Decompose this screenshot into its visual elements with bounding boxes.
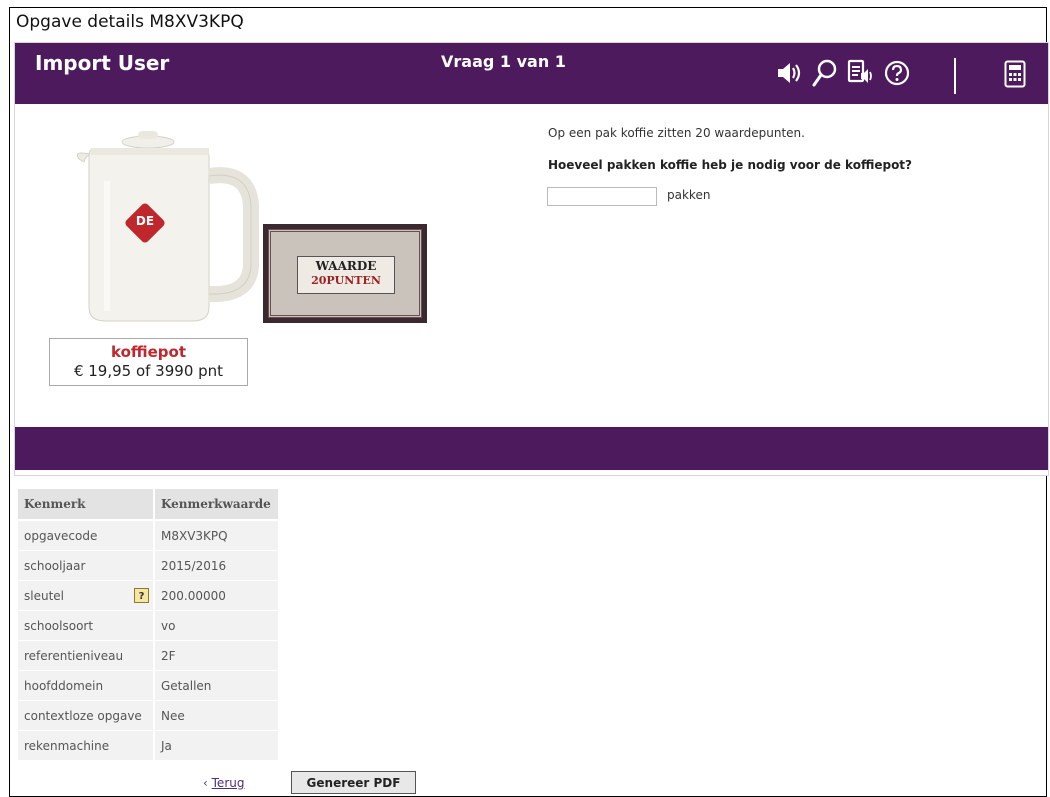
back-link-wrap: ‹ Terug (203, 776, 244, 790)
property-value: Getallen (153, 670, 278, 700)
question-header-bar: Import User Vraag 1 van 1 (15, 43, 1048, 104)
generate-pdf-button[interactable]: Genereer PDF (291, 771, 416, 794)
property-value: Ja (153, 730, 278, 760)
brand-logo-text: DE (135, 214, 155, 228)
page-title: Opgave details M8XV3KPQ (16, 12, 244, 32)
property-key: hoofddomein (18, 670, 153, 700)
back-link[interactable]: Terug (212, 776, 245, 790)
property-value: M8XV3KPQ (153, 520, 278, 550)
product-card: koffiepot € 19,95 of 3990 pnt (49, 338, 248, 386)
help-icon[interactable] (883, 58, 911, 88)
table-row: contextloze opgave Nee (18, 700, 278, 730)
toolbar-divider (954, 58, 956, 94)
chevron-left-icon: ‹ (203, 776, 208, 790)
property-key: contextloze opgave (18, 700, 153, 730)
table-row: sleutel? 200.00000 (18, 580, 278, 610)
calculator-icon[interactable] (1000, 58, 1030, 90)
table-row: rekenmachine Ja (18, 730, 278, 760)
speaker-icon[interactable] (775, 58, 803, 88)
answer-input[interactable] (547, 187, 657, 206)
table-header-value: Kenmerkwaarde (153, 489, 278, 520)
property-value: Nee (153, 700, 278, 730)
property-value: 2F (153, 640, 278, 670)
question-intro: Op een pak koffie zitten 20 waardepunten… (548, 126, 805, 140)
properties-table: Kenmerk Kenmerkwaarde opgavecode M8XV3KPQ… (18, 489, 278, 760)
stamp-text-top: WAARDE (315, 259, 377, 273)
table-row: hoofddomein Getallen (18, 670, 278, 700)
table-header-key: Kenmerk (18, 489, 153, 520)
property-key-cell: sleutel? (18, 580, 153, 610)
user-name: Import User (35, 51, 170, 75)
question-counter: Vraag 1 van 1 (441, 52, 566, 71)
toolbar-icons (775, 55, 911, 91)
property-key: referentieniveau (18, 640, 153, 670)
product-price: € 19,95 of 3990 pnt (73, 362, 224, 380)
search-icon[interactable] (811, 58, 839, 88)
coffee-pot-image (76, 131, 259, 322)
waardepunten-stamp: WAARDE 20PUNTEN (263, 224, 427, 323)
property-key: opgavecode (18, 520, 153, 550)
table-row: referentieniveau 2F (18, 640, 278, 670)
property-key: sleutel (24, 588, 64, 603)
table-row: schoolsoort vo (18, 610, 278, 640)
table-row: opgavecode M8XV3KPQ (18, 520, 278, 550)
table-row: schooljaar 2015/2016 (18, 550, 278, 580)
product-name: koffiepot (111, 343, 186, 361)
property-key: schoolsoort (18, 610, 153, 640)
property-key: rekenmachine (18, 730, 153, 760)
stamp-text-bottom: 20PUNTEN (311, 274, 381, 287)
property-value: 200.00000 (153, 580, 278, 610)
question-prompt: Hoeveel pakken koffie heb je nodig voor … (548, 158, 913, 172)
question-footer-bar (15, 427, 1048, 470)
read-aloud-icon[interactable] (847, 58, 875, 88)
answer-unit: pakken (667, 188, 711, 202)
property-value: vo (153, 610, 278, 640)
help-button[interactable]: ? (134, 588, 149, 603)
property-key: schooljaar (18, 550, 153, 580)
property-value: 2015/2016 (153, 550, 278, 580)
